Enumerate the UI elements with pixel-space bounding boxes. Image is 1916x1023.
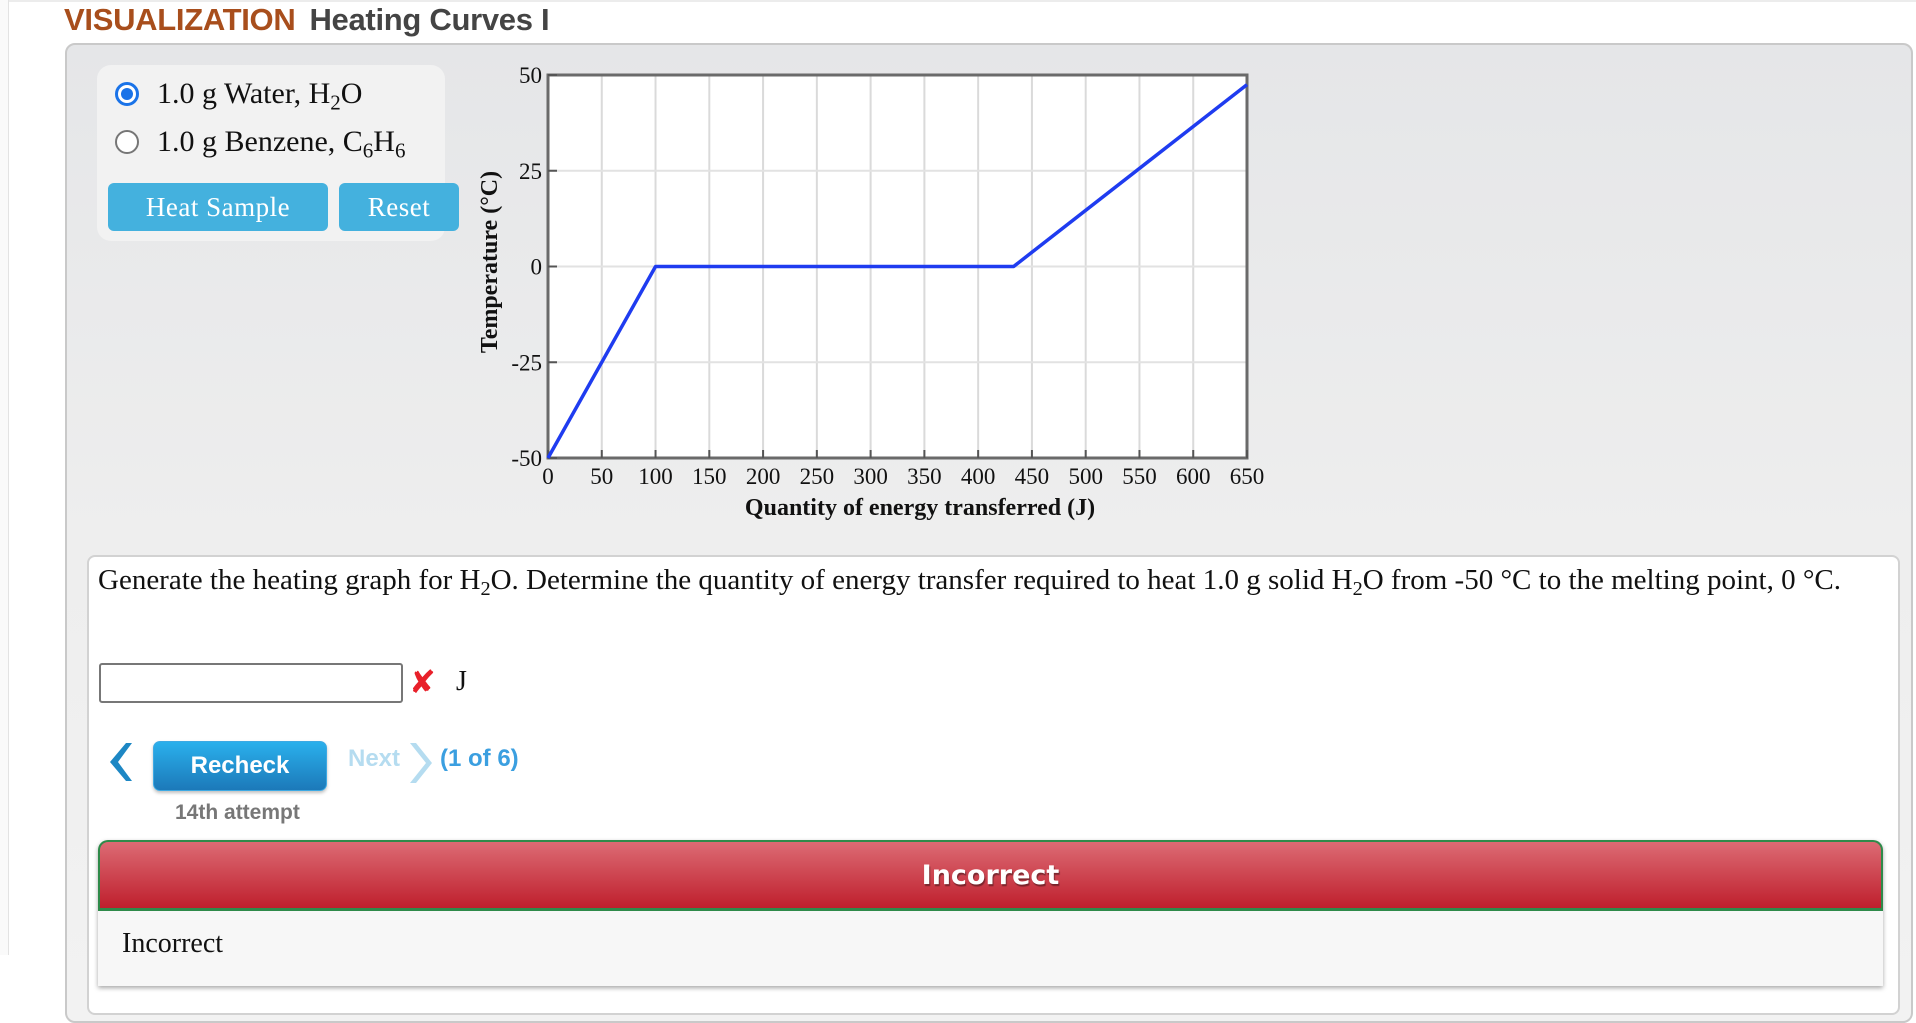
question-counter: (1 of 6): [440, 745, 519, 773]
question-text: Generate the heating graph for H2O. Dete…: [98, 560, 1888, 600]
feedback-panel: Incorrect Incorrect: [98, 840, 1883, 986]
heating-curve-chart: 050100150200250300350400450500550600650 …: [0, 0, 1916, 530]
x-tick-label: 400: [961, 464, 996, 489]
recheck-button[interactable]: Recheck: [153, 741, 327, 791]
next-link[interactable]: Next: [348, 745, 400, 773]
x-tick-label: 100: [638, 464, 673, 489]
previous-arrow-icon[interactable]: [104, 741, 134, 783]
x-tick-label: 300: [853, 464, 888, 489]
feedback-message: Incorrect: [122, 928, 223, 960]
unit-label: J: [456, 664, 467, 700]
y-tick-label: 0: [531, 255, 543, 280]
x-axis-label: Quantity of energy transferred (J): [745, 495, 1095, 521]
y-tick-label: 50: [519, 63, 542, 88]
y-tick-label: 25: [519, 159, 542, 184]
y-axis-label: Temperature (°C): [477, 171, 503, 353]
x-tick-label: 200: [746, 464, 781, 489]
x-tick-label: 500: [1068, 464, 1103, 489]
y-tick-label: -50: [511, 446, 542, 471]
x-tick-label: 50: [590, 464, 613, 489]
x-tick-label: 550: [1122, 464, 1157, 489]
x-tick-label: 650: [1230, 464, 1265, 489]
incorrect-x-icon: ✘: [409, 664, 436, 700]
x-tick-label: 450: [1015, 464, 1050, 489]
feedback-header: Incorrect: [98, 840, 1883, 911]
attempt-count: 14th attempt: [175, 801, 300, 825]
next-arrow-icon[interactable]: [406, 741, 434, 785]
x-tick-label: 0: [542, 464, 554, 489]
x-tick-label: 600: [1176, 464, 1211, 489]
answer-input[interactable]: [99, 663, 403, 703]
x-tick-label: 150: [692, 464, 727, 489]
y-tick-label: -25: [511, 350, 542, 375]
x-tick-label: 250: [800, 464, 835, 489]
x-tick-label: 350: [907, 464, 942, 489]
